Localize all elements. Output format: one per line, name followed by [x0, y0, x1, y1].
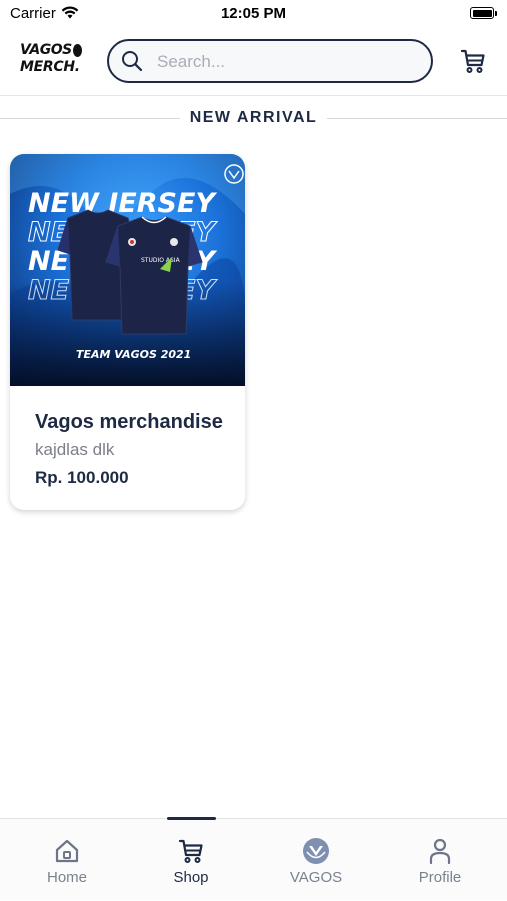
image-headline-1: NEW JERSEY: [28, 188, 217, 219]
image-sponsor: STUDIO ASIA: [141, 257, 181, 264]
logo-mark-icon: [72, 44, 82, 57]
cart-button[interactable]: [459, 47, 487, 75]
tab-shop[interactable]: Shop: [128, 819, 254, 901]
status-bar: Carrier 12:05 PM: [0, 0, 507, 26]
product-price: Rp. 100.000: [35, 468, 129, 487]
product-image: NEW JERSEY NEW JERSEY NEW JERSEY NEW JER…: [10, 154, 245, 386]
cart-icon: [178, 839, 203, 863]
bottom-tab-bar: Home Shop VAGOS Profile: [0, 817, 507, 901]
tab-profile-label: Profile: [418, 869, 462, 886]
app-header: VAGOS MERCH.: [0, 26, 507, 96]
product-card[interactable]: NEW JERSEY NEW JERSEY NEW JERSEY NEW JER…: [10, 154, 245, 510]
section-title: NEW ARRIVAL: [179, 109, 328, 126]
search-bar[interactable]: [107, 39, 433, 83]
home-icon: [55, 839, 79, 863]
tab-profile[interactable]: Profile: [377, 819, 503, 901]
vagos-logo-icon: [303, 838, 329, 864]
tab-vagos[interactable]: VAGOS: [253, 819, 379, 901]
tab-shop-label: Shop: [173, 869, 209, 886]
clock: 12:05 PM: [220, 5, 287, 22]
logo-text-line1: VAGOS: [20, 42, 72, 58]
product-name: Vagos merchandise: [35, 411, 223, 433]
vagos-merch-logo[interactable]: VAGOS MERCH.: [20, 42, 82, 80]
battery-icon: [470, 7, 494, 19]
tab-home[interactable]: Home: [4, 819, 130, 901]
product-description: kajdlas dlk: [35, 440, 115, 459]
battery-nub: [495, 11, 497, 16]
user-icon: [429, 838, 451, 865]
image-caption: TEAM VAGOS 2021: [76, 348, 191, 361]
tab-home-label: Home: [46, 869, 87, 886]
search-input[interactable]: [157, 50, 417, 74]
tab-vagos-label: VAGOS: [289, 869, 343, 886]
logo-text-line2: MERCH.: [20, 59, 80, 75]
search-icon: [122, 51, 143, 72]
section-header: NEW ARRIVAL: [0, 108, 507, 128]
